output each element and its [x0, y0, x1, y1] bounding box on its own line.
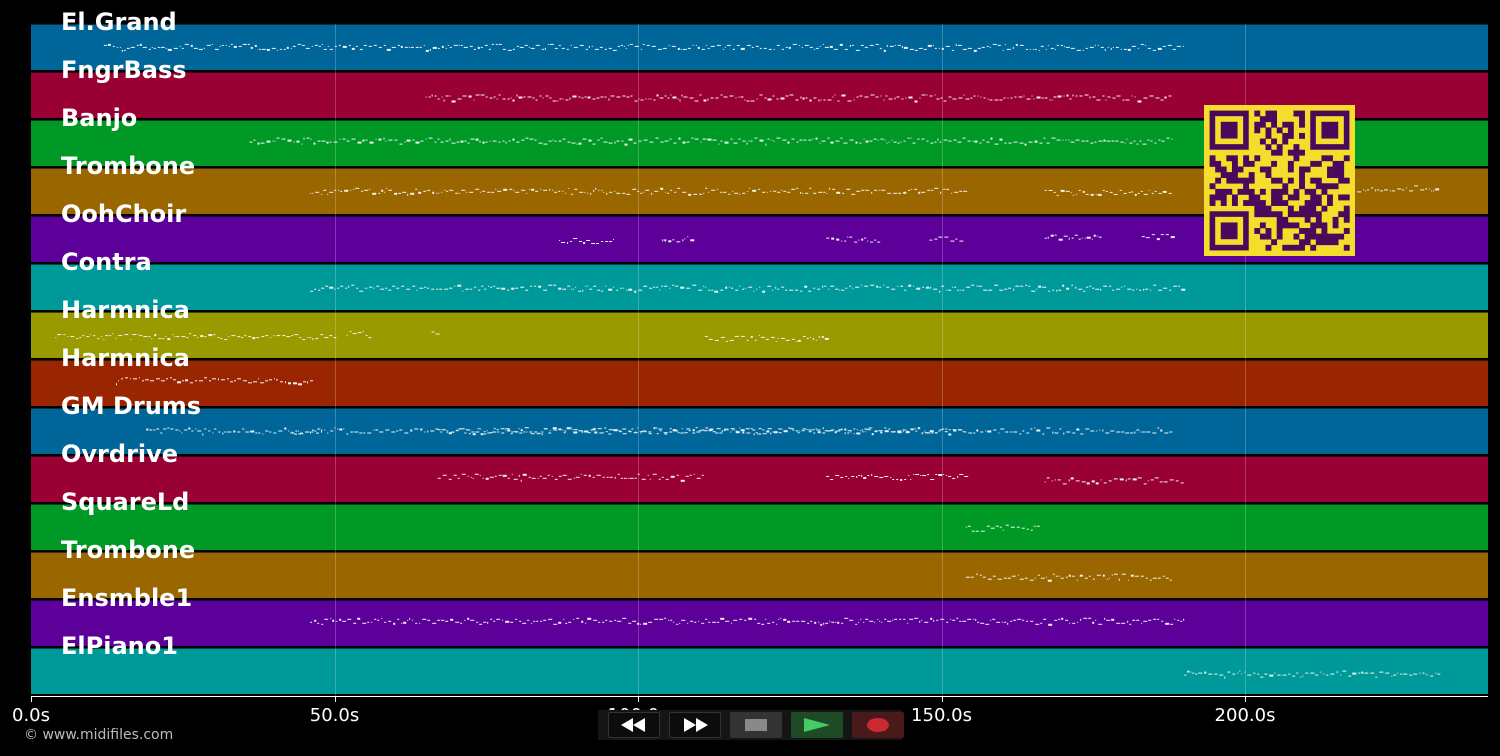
track-lane[interactable] — [31, 552, 1488, 598]
axis-tick-label: 0.0s — [11, 705, 51, 726]
record-button[interactable] — [852, 712, 904, 738]
track-label: GM Drums — [61, 392, 202, 420]
track-lane[interactable] — [31, 456, 1488, 502]
track-lane[interactable] — [31, 360, 1488, 406]
axis-tick — [334, 696, 336, 702]
transport-controls — [598, 710, 904, 740]
piano-roll[interactable]: El.Grand FngrBass Banjo Trombone OohChoir Con… — [0, 0, 1500, 756]
play-button[interactable] — [791, 712, 843, 738]
track-label: Contra — [61, 248, 152, 276]
fast-forward-icon — [684, 718, 708, 732]
track-label: ElPiano1 — [61, 632, 178, 660]
qr-code-icon — [1209, 110, 1350, 251]
track-lane[interactable] — [31, 504, 1488, 550]
track-lane[interactable] — [31, 264, 1488, 310]
rewind-button[interactable] — [608, 712, 660, 738]
gridline — [334, 24, 336, 696]
gridline — [638, 24, 639, 696]
copyright-text: © www.midifiles.com — [24, 727, 174, 743]
track-lane[interactable] — [31, 600, 1488, 646]
axis-tick — [941, 696, 943, 702]
axis-tick — [31, 696, 32, 702]
track-lane[interactable] — [31, 312, 1488, 358]
track-label: El.Grand — [61, 8, 177, 36]
axis-tick-label: 50.0s — [309, 705, 360, 726]
qr-code — [1204, 105, 1355, 256]
axis-tick — [638, 696, 639, 702]
track-label: Harmnica — [61, 344, 190, 372]
track-label: OohChoir — [61, 200, 187, 228]
track-label: FngrBass — [61, 56, 187, 84]
stop-button[interactable] — [730, 712, 782, 738]
track-label: Ensmble1 — [61, 584, 193, 612]
track-lane[interactable] — [31, 648, 1488, 694]
axis-tick-label: 150.0s — [911, 705, 972, 726]
track-label: Trombone — [61, 536, 196, 564]
track-label: Harmnica — [61, 296, 190, 324]
rewind-icon — [621, 718, 645, 732]
stop-icon — [745, 719, 767, 731]
record-icon — [867, 718, 889, 732]
track-label: SquareLd — [61, 488, 190, 516]
axis-tick — [1245, 696, 1246, 702]
time-axis — [31, 696, 1488, 697]
gridline — [941, 24, 943, 696]
track-label: Ovrdrive — [61, 440, 179, 468]
track-lane[interactable] — [31, 408, 1488, 454]
track-label: Banjo — [61, 104, 138, 132]
track-label: Trombone — [61, 152, 196, 180]
fast-forward-button[interactable] — [669, 712, 721, 738]
axis-tick-label: 200.0s — [1214, 705, 1276, 726]
track-lane[interactable] — [31, 24, 1488, 70]
play-icon — [804, 718, 830, 732]
